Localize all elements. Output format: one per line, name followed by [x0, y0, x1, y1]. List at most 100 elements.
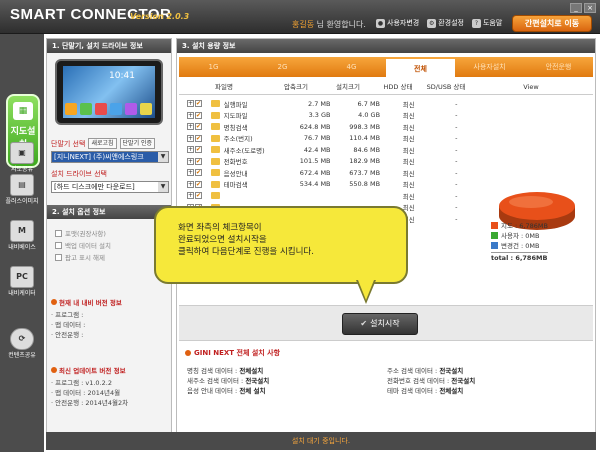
install-start-button[interactable]: ✔ 설치시작 [342, 313, 418, 335]
sd-status: - [455, 99, 458, 108]
sidebar-item-navi-base[interactable]: M 내비베이스 [5, 220, 39, 251]
expand-icon[interactable]: + [187, 157, 194, 165]
legend-swatch [491, 231, 498, 239]
checkbox[interactable]: ✔ [195, 134, 202, 142]
checkbox[interactable] [55, 229, 62, 237]
sidebar-item-navigator[interactable]: PC 내비케이터 [5, 266, 39, 297]
sidebar-item-label: 컨텐츠공유 [8, 352, 36, 359]
table-row[interactable]: + ✔ 주소(번지) 76.7 MB 110.4 MB 최신 - [179, 133, 479, 145]
option-backup[interactable]: 백업 데이터 설치 [55, 239, 111, 251]
balloon-line: 클릭하여 다음단계로 진행을 시킵니다. [178, 247, 314, 257]
tab-safety[interactable]: 안전운행 [524, 57, 593, 77]
option-label: 포맷(권장사항) [65, 230, 106, 238]
checkbox[interactable]: ✔ [195, 157, 202, 165]
help-link[interactable]: ? 도움말 [471, 18, 502, 28]
table-row[interactable]: + ✔ 실행파일 2.7 MB 6.7 MB 최신 - [179, 98, 479, 110]
user-greeting-suffix: 님 환영합니다. [316, 20, 366, 29]
sd-status: - [455, 157, 458, 166]
option-format[interactable]: 포맷(권장사항) [55, 227, 111, 239]
table-row[interactable]: + ✔ 새주소(도로명) 42.4 MB 84.6 MB 최신 - [179, 144, 479, 156]
window-controls: _ × [570, 3, 596, 13]
table-row[interactable]: + ✔ 전화번호 101.5 MB 182.9 MB 최신 - [179, 156, 479, 168]
file-name: 음성안내 [223, 169, 248, 178]
device-auth-button[interactable]: 단말기 인증 [119, 138, 156, 149]
close-button[interactable]: × [584, 3, 596, 13]
map-icon: ▦ [13, 102, 33, 120]
tab-4g[interactable]: 4G [317, 57, 386, 77]
checkbox[interactable]: ✔ [195, 123, 202, 131]
expand-icon[interactable]: + [187, 111, 194, 119]
minimize-button[interactable]: _ [570, 3, 582, 13]
refresh-button[interactable]: 새로고침 [88, 138, 117, 149]
summary-value: 전국설치 [451, 377, 476, 385]
expand-icon[interactable]: + [187, 146, 194, 154]
tab-2g[interactable]: 2G [248, 57, 317, 77]
checkbox[interactable]: ✔ [195, 100, 202, 108]
expand-icon[interactable]: + [187, 192, 194, 200]
expand-icon[interactable]: + [187, 180, 194, 188]
summary-value: 전국설치 [245, 377, 270, 385]
option-label: 팝고 표시 해제 [65, 254, 106, 262]
gear-icon: ⚙ [427, 18, 437, 28]
drive-select-row: 설치 드라이브 선택 [51, 169, 107, 179]
summary-label: 전화번호 검색 데이터 : [387, 377, 450, 385]
checkbox[interactable]: ✔ [195, 192, 202, 200]
col-zip-size: 압축크기 [284, 83, 308, 91]
help-icon: ? [471, 18, 481, 28]
sidebar-item-content-share[interactable]: ⟳ 컨텐츠공유 [5, 328, 39, 359]
expand-icon[interactable]: + [187, 134, 194, 142]
legend-swatch [491, 221, 498, 229]
device-select[interactable]: [지니NEXT] (주)씨앤에스링크 ▼ [51, 151, 169, 163]
install-size: 550.8 MB [349, 180, 381, 189]
folder-icon [210, 134, 220, 142]
settings-link[interactable]: ⚙ 환경설정 [427, 18, 464, 28]
folder-icon [210, 192, 220, 200]
install-options: 포맷(권장사항) 백업 데이터 설치 팝고 표시 해제 [55, 227, 111, 263]
summary-label: 음성 안내 데이터 : [187, 387, 238, 395]
summary-value: 전국설치 [439, 367, 464, 375]
expand-icon[interactable]: + [187, 123, 194, 131]
install-size: 6.7 MB [357, 99, 381, 108]
balloon-line: 화면 좌측의 체크항목이 [178, 223, 262, 233]
sidebar-item-map-share[interactable]: ▣ 지도공유 [5, 142, 39, 173]
expand-icon[interactable]: + [187, 100, 194, 108]
install-summary-grid: 명칭 검색 데이터 : 전체설치 주소 검색 데이터 : 전국설치 새주소 검색 데… [187, 365, 587, 395]
drive-select[interactable]: [하드 디스크에만 다운로드] ▼ [51, 181, 169, 193]
legend-swatch [491, 241, 498, 249]
table-row[interactable]: +✔ 최신 - [179, 190, 479, 202]
checkbox[interactable] [55, 253, 62, 261]
table-row[interactable]: + ✔ 음성안내 672.4 MB 673.7 MB 최신 - [179, 167, 479, 179]
user-greeting: 홍길동 님 환영합니다. [292, 19, 366, 30]
folder-icon [210, 169, 220, 177]
legend-label: 변경건 : 0MB [501, 242, 540, 250]
title-bar: SMART CONNECTOR Version 2.0.3 _ × 홍길동 님 … [0, 0, 600, 34]
summary-value: 전체 설치 [239, 387, 266, 395]
quick-install-button[interactable]: 간편설치로 이동 [512, 15, 592, 32]
table-row[interactable]: + ✔ 테마검색 534.4 MB 550.8 MB 최신 - [179, 179, 479, 191]
user-icon: ● [376, 18, 385, 28]
zip-size: 101.5 MB [299, 157, 331, 166]
checkbox[interactable] [55, 241, 62, 249]
checkbox[interactable]: ✔ [195, 111, 202, 119]
table-row[interactable]: + ✔ 지도파일 3.3 GB 4.0 GB 최신 - [179, 110, 479, 122]
tab-user-install[interactable]: 사용자설치 [455, 57, 524, 77]
table-row[interactable]: + ✔ 명칭검색 624.8 MB 998.3 MB 최신 - [179, 121, 479, 133]
app-version: Version 2.0.3 [130, 12, 190, 21]
tab-all[interactable]: 전체 [386, 57, 455, 77]
expand-icon[interactable]: + [187, 169, 194, 177]
sd-status: - [455, 214, 458, 223]
zip-size: 42.4 MB [303, 145, 331, 154]
change-user-label: 사용자변경 [387, 19, 420, 27]
checkbox[interactable]: ✔ [195, 169, 202, 177]
tab-1g[interactable]: 1G [179, 57, 248, 77]
install-summary-title: GINI NEXT 전체 설치 사항 [185, 348, 280, 358]
folder-icon [210, 180, 220, 188]
install-area: ✔ 설치시작 [179, 305, 593, 341]
checkbox[interactable]: ✔ [195, 180, 202, 188]
checkbox[interactable]: ✔ [195, 146, 202, 154]
hdd-status: 최신 [402, 192, 415, 201]
option-popup[interactable]: 팝고 표시 해제 [55, 251, 111, 263]
change-user-link[interactable]: ● 사용자변경 [376, 18, 419, 28]
sidebar-item-plus-image[interactable]: ▤ 플러스이미지 [5, 174, 39, 205]
bullet-icon [51, 367, 57, 373]
